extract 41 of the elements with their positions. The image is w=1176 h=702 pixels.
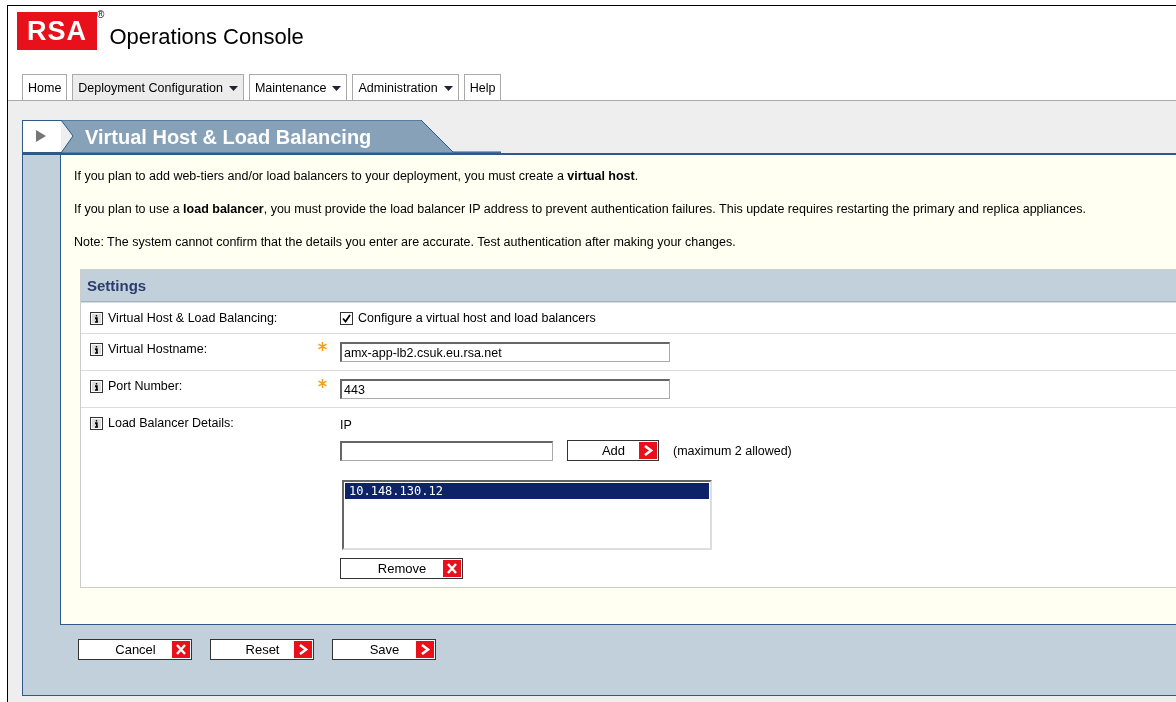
nav-tab[interactable]: Deployment Configuration	[72, 74, 244, 100]
add-button[interactable]: Add	[567, 440, 659, 461]
checkbox-label: Configure a virtual host and load balancers	[358, 311, 596, 325]
field-label: Virtual Host & Load Balancing:	[108, 311, 278, 325]
remove-button[interactable]: Remove	[340, 558, 463, 579]
text-field[interactable]: amx-app-lb2.csuk.eu.rsa.net	[340, 342, 670, 362]
intro-text: Note: The system cannot confirm that the details you enter are accurate. Test authentication after making your changes.	[74, 235, 737, 249]
ip-list-box[interactable]: 10.148.130.12	[342, 480, 712, 550]
field-label: Port Number:	[108, 379, 183, 393]
list-item[interactable]: 10.148.130.12	[345, 483, 709, 499]
field-label: Load Balancer Details:	[108, 416, 234, 430]
nav-tab[interactable]: Maintenance	[248, 74, 348, 100]
hint-text: (maximum 2 allowed)	[673, 443, 792, 458]
info-icon	[90, 311, 103, 325]
ip-input-field[interactable]	[340, 440, 553, 461]
intro-text: If you plan to add web-tiers and/or load balancers to your deployment, you must create a virtual host.	[74, 169, 640, 183]
nav-tab[interactable]: Administration	[352, 74, 459, 100]
registered-mark: ®	[97, 9, 105, 20]
section-title: Settings	[81, 270, 1176, 302]
checkbox[interactable]	[340, 311, 353, 325]
info-icon	[90, 416, 103, 430]
chevron-right-icon	[639, 442, 657, 459]
field-label: Virtual Hostname:	[108, 342, 208, 356]
chevron-right-icon	[294, 641, 312, 658]
logo: RSA	[17, 12, 97, 50]
intro-text: If you plan to use a load balancer, you must provide the load balancer IP address to prevent authentication failures. This update requires restarting the primary and replica appliances.	[74, 202, 1087, 216]
collapse-toggle[interactable]	[22, 120, 61, 153]
info-icon	[90, 342, 103, 356]
app-title: Operations Console	[109, 24, 304, 50]
page-heading: Virtual Host & Load Balancing	[85, 126, 372, 149]
close-icon	[172, 641, 190, 658]
info-icon	[90, 379, 103, 393]
footer-button[interactable]: Cancel	[78, 639, 192, 660]
text-field[interactable]: 443	[340, 379, 670, 399]
nav-tab[interactable]: Help	[463, 74, 502, 100]
chevron-right-icon	[416, 641, 434, 658]
field-label: IP	[340, 418, 353, 432]
close-icon	[443, 560, 461, 577]
footer-button[interactable]: Reset	[210, 639, 314, 660]
nav-tab[interactable]: Home	[22, 74, 68, 100]
footer-button[interactable]: Save	[332, 639, 436, 660]
